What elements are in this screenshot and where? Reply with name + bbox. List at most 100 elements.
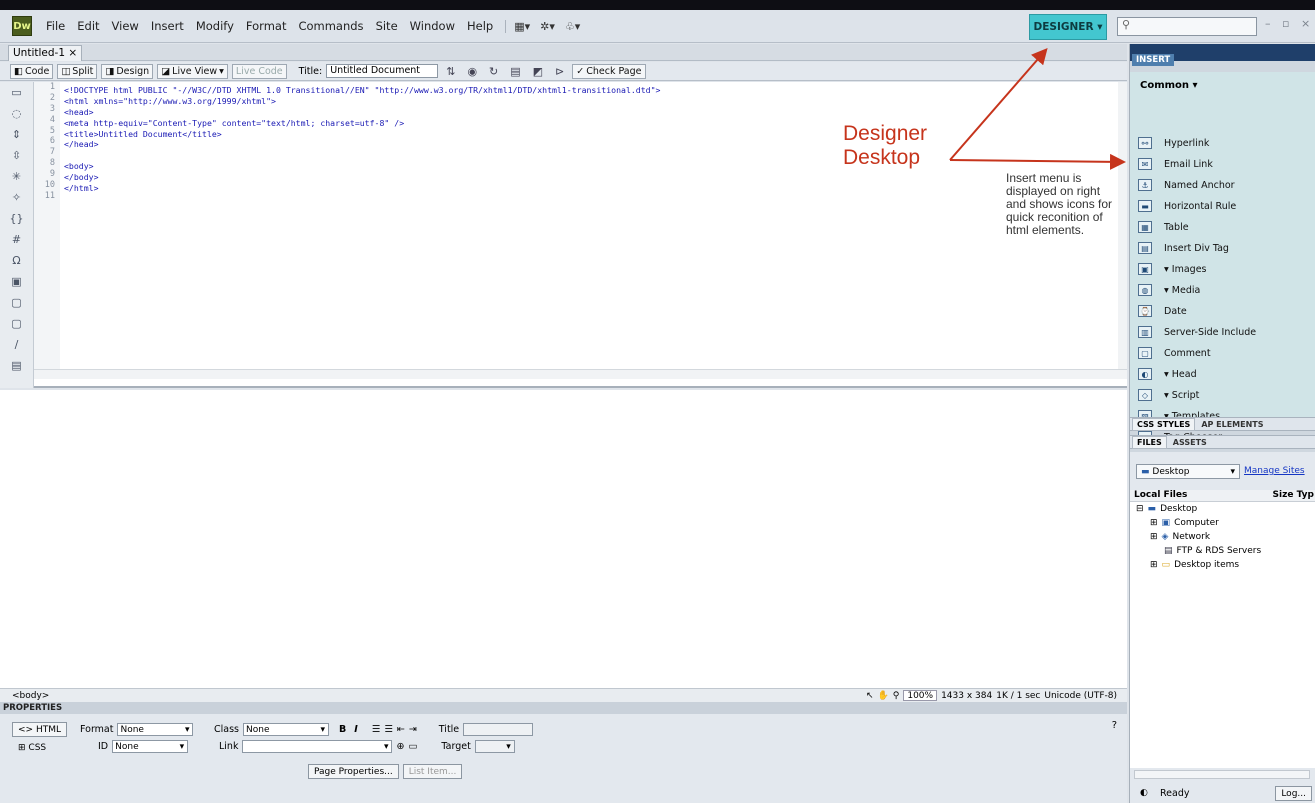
unordered-list-icon[interactable]: ☰ [372,724,381,735]
log-button[interactable]: Log... [1275,786,1312,801]
code-editor[interactable]: <!DOCTYPE html PUBLIC "-//W3C//DTD XHTML… [64,85,1114,205]
code-vertical-scrollbar[interactable] [1118,82,1127,369]
tree-item-computer[interactable]: ⊞ ▣ Computer [1130,516,1315,530]
id-select[interactable]: None ▾ [112,740,189,753]
html-mode-button[interactable]: <> HTML [12,722,67,737]
target-select[interactable]: ▾ [474,740,515,753]
layout-icon[interactable]: ▦▾ [514,20,530,33]
open-documents-icon[interactable]: ▭ [0,82,33,103]
link-input[interactable]: ▾ [242,740,393,753]
tree-item-network[interactable]: ⊞ ◈ Network [1130,530,1315,544]
menu-help[interactable]: Help [461,19,499,33]
document-tab[interactable]: Untitled-1 × [8,45,83,61]
indent-icon[interactable]: ⇥ [409,724,417,735]
insert-item-insert-div-tag[interactable]: ▤ Insert Div Tag [1138,239,1229,257]
balance-braces-icon[interactable]: {} [0,208,33,229]
menu-view[interactable]: View [106,19,145,33]
view-options-icon[interactable]: ▤ [510,65,520,78]
live-code-button[interactable]: Live Code [231,63,287,79]
local-files-column[interactable]: Local Files [1134,490,1187,500]
insert-item-server-side-include[interactable]: ▥ Server-Side Include [1138,323,1256,341]
assets-tab[interactable]: ASSETS [1169,437,1211,448]
tree-item-desktop[interactable]: ⊟ ▬ Desktop [1130,502,1315,516]
files-horizontal-scrollbar[interactable] [1134,770,1310,779]
validate-icon[interactable]: ⊳ [555,65,564,78]
bold-button[interactable]: B [339,724,346,735]
check-page-button[interactable]: ✓ Check Page [572,63,646,79]
page-properties-button[interactable]: Page Properties... [308,764,399,779]
list-item-button[interactable]: List Item... [402,764,463,779]
wrap-tag-icon[interactable]: ∕ [0,334,33,355]
browse-folder-icon[interactable]: ▭ [408,741,417,752]
window-size[interactable]: 1433 x 384 [941,691,992,701]
code-horizontal-scrollbar[interactable] [34,369,1127,379]
tree-item-ftp[interactable]: ▤ FTP & RDS Servers [1130,544,1315,558]
preview-icon[interactable]: ◉ [467,65,477,78]
class-select[interactable]: None ▾ [243,723,329,736]
workspace-switcher[interactable]: DESIGNER ▾ [1029,14,1107,40]
collapse-selection-icon[interactable]: ⇳ [0,145,33,166]
help-icon[interactable]: ? [1112,720,1117,731]
expand-all-icon[interactable]: ✳ [0,166,33,187]
live-view-button[interactable]: ◪ Live View ▾ [157,63,228,79]
insert-item-head[interactable]: ◐ ▾ Head [1138,365,1197,383]
code-view-button[interactable]: ◧ Code [10,63,54,79]
line-numbers-icon[interactable]: # [0,229,33,250]
ap-elements-tab[interactable]: AP ELEMENTS [1197,419,1267,430]
insert-category-select[interactable]: Common ▾ [1140,80,1198,91]
insert-item-comment[interactable]: ▢ Comment [1138,344,1211,362]
remove-comment-icon[interactable]: ▢ [0,313,33,334]
insert-item-horizontal-rule[interactable]: ▬ Horizontal Rule [1138,197,1236,215]
italic-button[interactable]: I [354,724,358,735]
expand-icon[interactable]: ⊞ [1150,532,1158,542]
collapse-icon[interactable]: ⊟ [1136,504,1144,514]
code-view[interactable]: ▭ ◌ ⇕ ⇳ ✳ ✧ {} # Ω ▣ ▢ ▢ ∕ ▤ 1 2 3 4 5 6… [0,82,1127,388]
format-select[interactable]: None ▾ [117,723,194,736]
menu-edit[interactable]: Edit [71,19,105,33]
refresh-icon[interactable]: ↻ [489,65,498,78]
menu-format[interactable]: Format [240,19,293,33]
tree-item-desktop-items[interactable]: ⊞ ▭ Desktop items [1130,558,1315,572]
zoom-select[interactable]: 100% [903,690,938,701]
menu-file[interactable]: File [40,19,71,33]
site-icon[interactable]: ♧▾ [565,20,580,33]
zoom-tool-icon[interactable]: ⚲ [893,691,900,701]
files-tab[interactable]: FILES [1132,435,1167,449]
highlight-invalid-icon[interactable]: Ω [0,250,33,271]
menu-window[interactable]: Window [404,19,461,33]
insert-item-date[interactable]: ⌚ Date [1138,302,1187,320]
title-input[interactable]: Untitled Document [326,64,439,78]
outdent-icon[interactable]: ⇤ [397,724,405,735]
insert-item-script[interactable]: ◇ ▾ Script [1138,386,1199,404]
close-icon[interactable]: × [68,47,77,59]
expand-icon[interactable]: ⊞ [1150,560,1158,570]
design-view[interactable] [0,390,1127,688]
insert-item-images[interactable]: ▣ ▾ Images [1138,260,1207,278]
size-type-columns[interactable]: Size Typ [1273,490,1314,500]
expand-icon[interactable]: ⊞ [1150,518,1158,528]
syntax-error-icon[interactable]: ▣ [0,271,33,292]
menu-insert[interactable]: Insert [145,19,190,33]
css-styles-tab[interactable]: CSS STYLES [1132,417,1196,431]
insert-item-email-link[interactable]: ✉ Email Link [1138,155,1213,173]
select-parent-tag-icon[interactable]: ✧ [0,187,33,208]
window-controls[interactable]: – ▫ × [1265,17,1314,30]
hand-tool-icon[interactable]: ✋ [878,691,889,701]
split-view-button[interactable]: ◫ Split [57,63,98,79]
apply-comment-icon[interactable]: ▢ [0,292,33,313]
point-to-file-icon[interactable]: ⊕ [396,741,404,752]
insert-item-named-anchor[interactable]: ⚓ Named Anchor [1138,176,1235,194]
search-input[interactable]: ⚲ [1117,17,1257,36]
extend-icon[interactable]: ✲▾ [540,20,555,33]
recent-snippets-icon[interactable]: ▤ [0,355,33,376]
site-select[interactable]: ▬ Desktop ▾ [1136,464,1240,479]
menu-commands[interactable]: Commands [292,19,369,33]
menu-site[interactable]: Site [370,19,404,33]
tag-selector[interactable]: <body> [12,691,49,701]
manage-sites-link[interactable]: Manage Sites [1244,466,1305,476]
insert-item-hyperlink[interactable]: ⚯ Hyperlink [1138,134,1209,152]
insert-item-media[interactable]: ◍ ▾ Media [1138,281,1200,299]
insert-tab[interactable]: INSERT [1132,54,1175,66]
select-tool-icon[interactable]: ↖ [866,691,874,701]
ordered-list-icon[interactable]: ☰ [384,724,393,735]
